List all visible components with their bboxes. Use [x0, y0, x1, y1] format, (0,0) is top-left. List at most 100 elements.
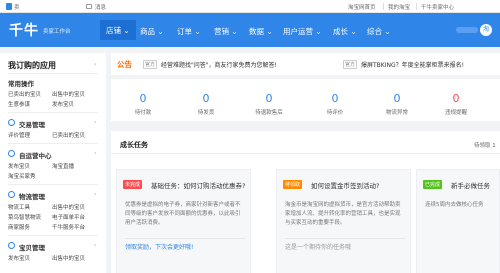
nav-label: 店铺: [106, 26, 121, 35]
sidebar-link-buyer-show[interactable]: 淘宝买家秀: [8, 172, 36, 180]
task-description: 淘金币是淘宝网的虚拟货币，是官方活动帮助卖家增加人流、提升转化率的营销工具，也是…: [285, 202, 401, 226]
chevron-right-icon[interactable]: ›: [94, 119, 96, 126]
sidebar-link-on-sale[interactable]: 出售中的宝贝: [52, 254, 85, 262]
trade-icon: [8, 119, 15, 126]
topbar-link-mytaobao[interactable]: 我的淘宝: [388, 3, 410, 11]
logistics-icon: [8, 191, 15, 198]
task-title: 基础任务：如何订购活动优惠券?: [151, 182, 246, 190]
task-card[interactable]: 已完成 新手必做任务 连续5周内去做核心任务: [416, 169, 500, 273]
sidebar-link-qianniu-service[interactable]: 千牛服务平台: [52, 223, 85, 231]
stat-pending-ship-label: 待发货: [197, 110, 215, 116]
tasks-title: 成长任务: [120, 141, 148, 149]
self-ops-icon: [8, 150, 15, 157]
divider: [125, 238, 245, 239]
stat-pending-ship-value[interactable]: 0: [181, 92, 231, 105]
topbar-divider: [383, 3, 384, 10]
stat-pending-payment-value[interactable]: 0: [118, 92, 168, 105]
nav-label: 成长: [333, 27, 348, 36]
group-title-goods[interactable]: 宝贝管理: [19, 242, 45, 252]
topbar-left-text[interactable]: 卖: [14, 3, 20, 11]
chevron-right-icon[interactable]: ›: [94, 61, 96, 68]
task-title: 如何设置金币签到活动?: [311, 182, 380, 190]
nav-label: 营销: [214, 27, 229, 36]
topbar-user-icon[interactable]: [6, 3, 12, 10]
stat-violation-label: 违规提醒: [444, 110, 467, 116]
topbar-link-seller-center[interactable]: 千牛卖家中心: [421, 3, 454, 11]
message-icon[interactable]: [86, 4, 92, 9]
chevron-right-icon[interactable]: ›: [94, 150, 96, 157]
sidebar-link-sold[interactable]: 已卖出的宝贝: [52, 131, 85, 139]
task-status-badge: 未完成: [123, 180, 143, 189]
sidebar-link-logistics-tools[interactable]: 物流工具: [8, 203, 30, 211]
stat-logistics-label: 物流异常: [385, 110, 408, 116]
sidebar-link-on-sale[interactable]: 出售中的宝贝: [52, 90, 85, 98]
nav-item-growth[interactable]: 成长 ⌄: [333, 26, 357, 37]
chevron-right-icon[interactable]: ›: [94, 242, 96, 249]
sidebar-title: 我订购的应用: [8, 61, 56, 70]
divider: [8, 143, 98, 144]
stat-refund-label: 待退款售后: [255, 110, 283, 116]
header-search-icon[interactable]: [456, 26, 478, 34]
growth-tasks-panel: 成长任务 待领取 1 未完成 基础任务：如何订购活动优惠券? 优惠券是虚拟的电子…: [111, 131, 500, 273]
group-title-self-ops[interactable]: 自运营中心: [19, 150, 52, 160]
divider: [8, 73, 98, 74]
sidebar-link-publish[interactable]: 发布宝贝: [8, 254, 30, 262]
stat-pending-review-value[interactable]: 0: [310, 92, 360, 105]
sidebar-link-sold-items[interactable]: 已卖出的宝贝: [8, 90, 41, 98]
nav-item-goods[interactable]: 商品 ⌄: [140, 26, 164, 37]
nav-item-user-ops[interactable]: 用户运营 ⌄: [283, 26, 322, 37]
task-description: 连续5周内去做核心任务: [425, 202, 484, 208]
notice-link[interactable]: 经营难题找"问答"，商友行家免费为您解答!: [161, 60, 277, 69]
nav-item-data[interactable]: 数据 ⌄: [249, 26, 273, 37]
notice-label: 公告: [117, 60, 132, 69]
nav-label: 订单: [177, 27, 192, 36]
group-title-logistics[interactable]: 物流管理: [19, 191, 45, 201]
topbar-messages-link[interactable]: 消息: [95, 3, 106, 11]
sidebar-link-review[interactable]: 评价管理: [8, 131, 30, 139]
nav-label: 商品: [140, 27, 155, 36]
sidebar: 我订购的应用 › 常用操作 已卖出的宝贝 出售中的宝贝 生意参谋 发布宝贝 交易…: [0, 53, 106, 273]
group-title-trade[interactable]: 交易管理: [19, 119, 45, 129]
divider: [8, 184, 98, 185]
divider: [8, 112, 98, 113]
sidebar-link-merchant-service[interactable]: 商家服务: [8, 223, 30, 231]
topbar-link-home[interactable]: 淘宝网首页: [348, 3, 376, 11]
task-title: 新手必做任务: [451, 182, 490, 190]
task-action-link[interactable]: 领取奖励，下次会更好哦!: [125, 242, 193, 251]
nav-item-shop[interactable]: 店铺 ⌄: [100, 20, 136, 40]
notice-link[interactable]: 爆屏TBKING？年度全能掌柜票来报名!: [361, 60, 464, 69]
sidebar-link-cainiao[interactable]: 菜鸟智慧物流: [8, 213, 41, 221]
sidebar-link-publish[interactable]: 发布宝贝: [8, 162, 30, 170]
stat-logistics-value[interactable]: 0: [372, 92, 422, 105]
stat-violation-value[interactable]: 0: [431, 92, 481, 105]
goods-icon: [8, 242, 15, 249]
notice-tag: 官方: [343, 60, 358, 69]
qianniu-logo[interactable]: 千牛: [9, 20, 39, 40]
chevron-right-icon[interactable]: ›: [94, 191, 96, 198]
nav-label: 数据: [249, 27, 264, 36]
sidebar-link-e-waybill[interactable]: 电子面单平台: [52, 213, 85, 221]
stat-pending-review-label: 待评价: [326, 110, 344, 116]
sidebar-link-on-sale[interactable]: 出售中的宝贝: [52, 203, 85, 211]
divider: [8, 235, 98, 236]
notice-bar: 公告 官方 经营难题找"问答"，商友行家免费为您解答! 官方 爆屏TBKING？…: [111, 53, 500, 75]
main-header: 千牛 卖家工作台 店铺 ⌄ 商品 ⌄ 订单 ⌄ 营销 ⌄ 数据 ⌄ 用户运营 ⌄…: [0, 13, 500, 47]
sidebar-link-live[interactable]: 淘宝直播: [52, 162, 74, 170]
logo-subtitle: 卖家工作台: [43, 29, 71, 35]
stat-refund-value[interactable]: 0: [244, 92, 294, 105]
sidebar-link-business-advisor[interactable]: 生意参谋: [8, 100, 30, 108]
task-description: 优惠券是虚拟的电子券，商家针对新客户或者不同等级的客户发放不同面额的优惠券，以此…: [125, 202, 241, 226]
nav-item-marketing[interactable]: 营销 ⌄: [214, 26, 238, 37]
top-utility-bar: 卖 消息 淘宝网首页 我的淘宝 千牛卖家中心: [0, 0, 500, 13]
tasks-count[interactable]: 待领取 1: [474, 141, 496, 149]
common-ops-title: 常用操作: [8, 80, 34, 88]
nav-item-general[interactable]: 综合 ⌄: [367, 26, 391, 37]
user-avatar[interactable]: 淘: [480, 24, 492, 36]
sidebar-link-publish[interactable]: 发布宝贝: [52, 100, 74, 108]
task-card[interactable]: 未完成 基础任务：如何订购活动优惠券? 优惠券是虚拟的电子券，商家针对新客户或者…: [116, 169, 251, 273]
topbar-divider: [416, 3, 417, 10]
task-status-badge: 待领取: [283, 180, 303, 189]
nav-item-orders[interactable]: 订单 ⌄: [177, 26, 201, 37]
nav-label: 综合: [367, 27, 382, 36]
task-card[interactable]: 待领取 如何设置金币签到活动? 淘金币是淘宝网的虚拟货币，是官方活动帮助卖家增加…: [276, 169, 411, 273]
